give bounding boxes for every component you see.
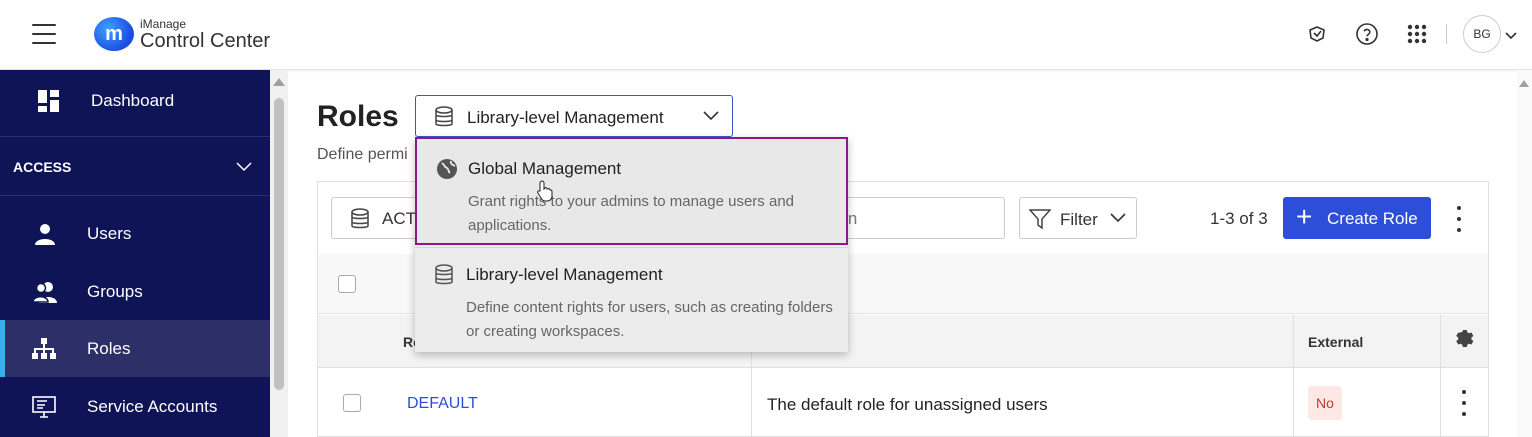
scope-select[interactable]: Library-level Management [415,95,733,137]
sidebar: Dashboard ACCESS Users Groups Roles Serv… [0,70,270,437]
sidebar-item-users[interactable]: Users [0,205,270,262]
column-divider [1440,315,1441,437]
database-icon [434,264,454,291]
monitor-icon [32,395,56,419]
sidebar-item-roles[interactable]: Roles [0,320,270,377]
sidebar-scrollbar[interactable] [270,70,288,437]
sidebar-section-access[interactable]: ACCESS [0,136,270,196]
menu-icon[interactable] [32,24,56,44]
role-description: The default role for unassigned users [767,395,1048,414]
page-scrollbar[interactable] [1517,70,1532,437]
create-role-label: Create Role [1327,209,1418,228]
page-description: Define permi [317,146,408,163]
option-title: Global Management [468,159,622,178]
user-icon [33,222,57,246]
header-divider [1446,24,1447,44]
filter-label: Filter [1060,210,1098,229]
column-divider [1293,315,1294,437]
option-description: Grant rights to your admins to manage us… [468,193,795,234]
page-title: Roles [317,100,399,133]
scope-select-value: Library-level Management [467,108,664,127]
section-label: ACCESS [13,159,72,175]
row-checkbox[interactable] [343,394,361,412]
plus-icon: + [1296,201,1313,232]
scroll-up-arrow-icon[interactable] [273,78,285,86]
hand-pointer-icon [537,180,553,207]
sidebar-item-label: Dashboard [91,90,175,110]
chevron-down-icon [236,159,252,177]
sidebar-item-label: Users [87,223,132,243]
result-count: 1-3 of 3 [1210,209,1268,228]
logo-glyph: m [105,22,123,45]
chevron-down-icon[interactable] [1505,27,1517,45]
chevron-down-icon [1110,210,1126,228]
whats-new-icon[interactable] [1304,21,1330,47]
filter-button[interactable]: Filter [1019,197,1137,239]
option-global-management[interactable]: Global Management Grant rights to your a… [415,137,848,245]
logo-brand: iManage [140,17,187,31]
sidebar-item-groups[interactable]: Groups [0,263,270,320]
sidebar-item-label: Service Accounts [87,396,218,416]
database-icon [434,106,454,133]
database-icon [350,208,370,235]
filter-icon [1028,208,1052,235]
top-header: m iManage Control Center BG [0,0,1532,70]
create-role-button[interactable]: + Create Role [1283,197,1431,239]
external-badge: No [1308,386,1342,420]
option-title: Library-level Management [466,265,663,284]
settings-gear-icon[interactable] [1453,327,1477,356]
row-more-options-icon[interactable] [1454,390,1474,416]
help-icon[interactable] [1354,21,1380,47]
column-header-external[interactable]: External [1308,334,1363,350]
sidebar-item-label: Groups [87,281,143,301]
user-avatar[interactable]: BG [1463,15,1501,53]
groups-icon [33,280,57,304]
select-all-checkbox[interactable] [338,275,356,293]
option-library-level-management[interactable]: Library-level Management Define content … [415,247,848,352]
scroll-up-arrow-icon[interactable] [1519,80,1529,87]
scroll-thumb[interactable] [274,98,284,390]
sidebar-item-label: Roles [87,338,131,358]
globe-icon [436,158,458,185]
imanage-logo[interactable]: m [94,17,134,51]
hierarchy-icon [32,337,56,361]
sidebar-item-dashboard[interactable]: Dashboard [0,72,270,129]
app-grid-icon[interactable] [1404,21,1430,47]
sidebar-item-service-accounts[interactable]: Service Accounts [0,378,270,435]
role-name-link[interactable]: DEFAULT [407,395,478,413]
app-title: Control Center [140,30,271,52]
more-options-icon[interactable] [1449,206,1469,232]
status-filter-value: ACT [382,209,416,228]
chevron-down-icon [703,108,719,126]
option-description: Define content rights for users, such as… [466,299,833,340]
scope-dropdown-menu: Global Management Grant rights to your a… [415,137,848,352]
dashboard-icon [37,89,61,113]
